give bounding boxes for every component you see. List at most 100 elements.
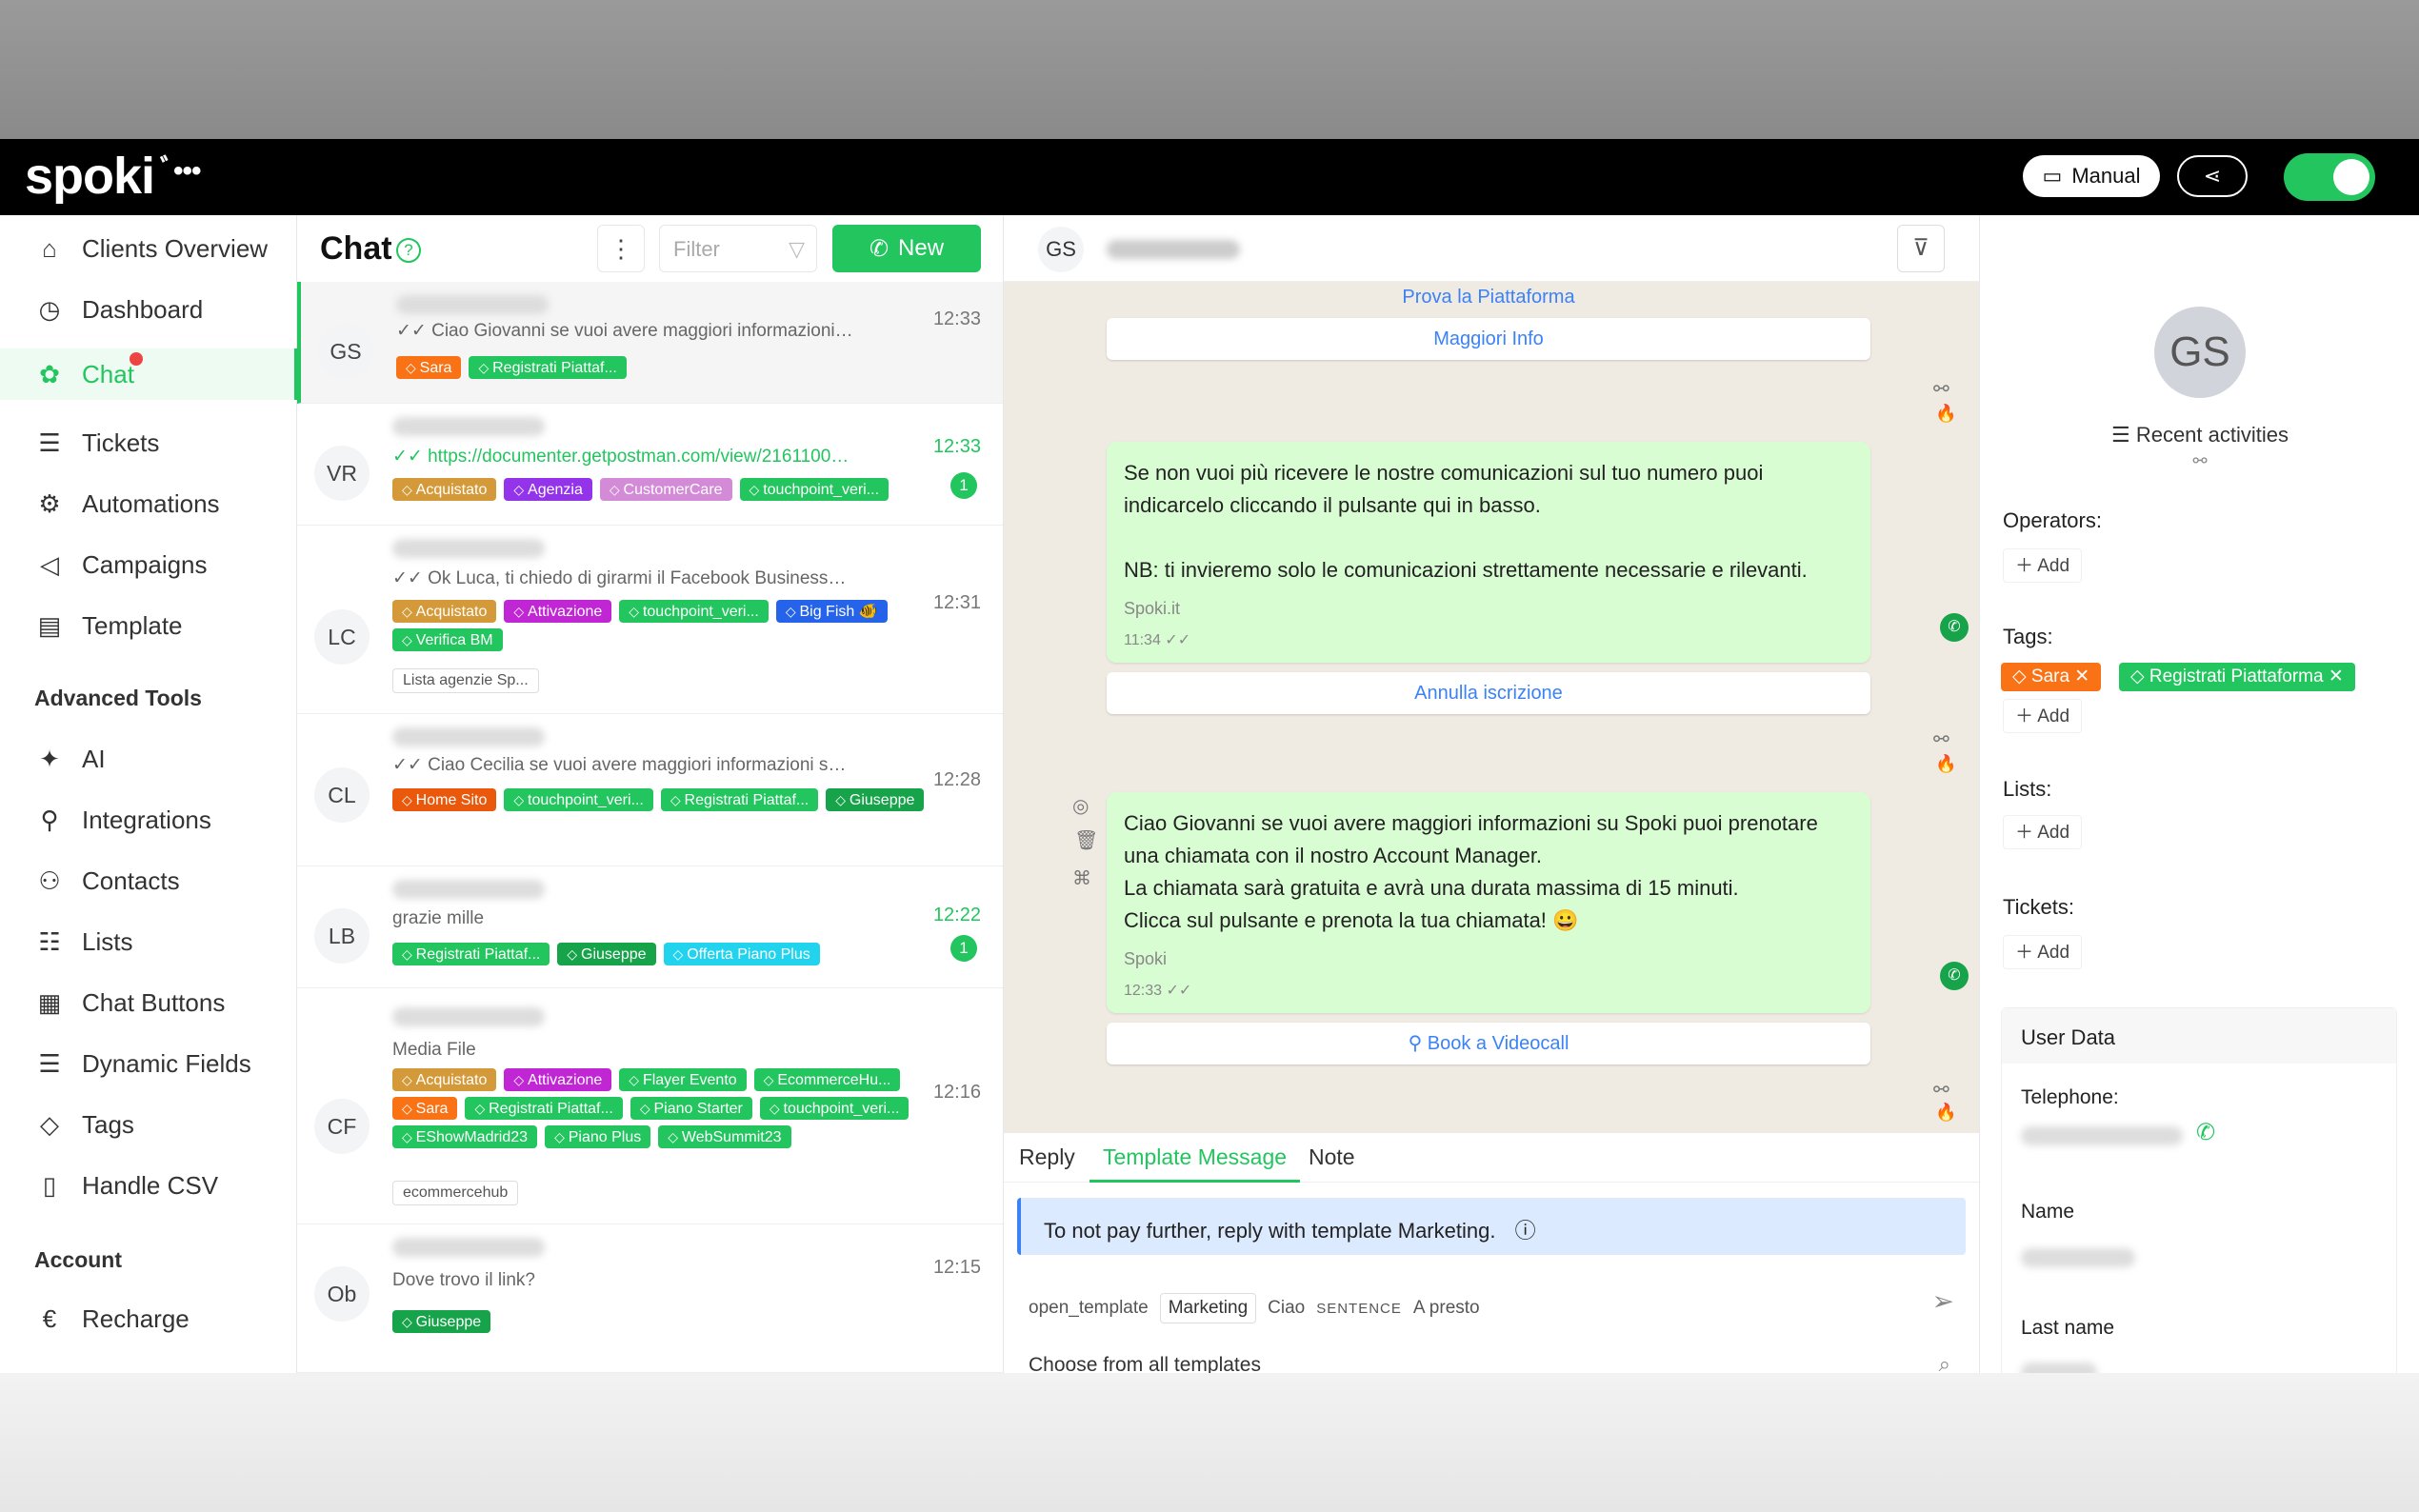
tag-chip[interactable]: EShowMadrid23: [392, 1125, 538, 1148]
recent-activities-link[interactable]: ☰ Recent activities ⚯: [1980, 423, 2419, 471]
sidebar-item-label: Tickets: [82, 428, 160, 457]
list-chip[interactable]: Lista agenzie Sp...: [392, 668, 539, 693]
filter-input[interactable]: Filter ▽: [659, 225, 817, 272]
tag-chip[interactable]: Sara: [396, 356, 462, 379]
spoki-logo[interactable]: spoki ﾞ•••: [25, 147, 202, 206]
tag-chip[interactable]: touchpoint_veri...: [504, 788, 653, 811]
chat-row[interactable]: LB grazie mille 12:22 1 Registrati Piattaf..…: [297, 866, 1003, 988]
sidebar-item-dashboard[interactable]: ◷ Dashboard: [0, 284, 297, 335]
filter-messages-button[interactable]: ⊽: [1897, 225, 1945, 272]
chat-row[interactable]: LC ✓✓ Ok Luca, ti chiedo di girarmi il Fa…: [297, 526, 1003, 714]
add-operator-button[interactable]: ＋ Add: [2003, 548, 2083, 583]
contact-avatar[interactable]: GS: [1038, 227, 1084, 272]
tag-chip[interactable]: Giuseppe: [392, 1310, 491, 1333]
tag-chip[interactable]: Giuseppe: [557, 943, 656, 965]
sidebar-item-label: Chat Buttons: [82, 987, 226, 1017]
chat-row[interactable]: Ob Dove trovo il link? 12:15 Giuseppe: [297, 1224, 1003, 1373]
tab-reply[interactable]: Reply: [1019, 1144, 1075, 1170]
tag-chip[interactable]: Big Fish 🐠: [775, 600, 888, 623]
sidebar-item-integrations[interactable]: ⚲ Integrations: [0, 794, 297, 846]
manual-button[interactable]: ▭ Manual: [2023, 155, 2160, 197]
chat-row[interactable]: VR ✓✓ https://documenter.getpostman.com/v…: [297, 404, 1003, 526]
sidebar-item-lists[interactable]: ☷ Lists: [0, 916, 297, 967]
sidebar-item-handle-csv[interactable]: ▯ Handle CSV: [0, 1160, 297, 1211]
sidebar-item-ai[interactable]: ✦ AI: [0, 733, 297, 785]
tag-chip[interactable]: Flayer Evento: [619, 1068, 747, 1091]
tag-chip[interactable]: Verifica BM: [392, 628, 503, 651]
book-videocall-button[interactable]: ⚲ Book a Videocall: [1107, 1023, 1870, 1064]
tag-chip[interactable]: Registrati Piattaf...: [465, 1097, 623, 1120]
contact-name-blurred: [392, 539, 545, 558]
sidebar-item-contacts[interactable]: ⚇ Contacts: [0, 855, 297, 906]
sidebar-item-automations[interactable]: ⚙ Automations: [0, 478, 297, 529]
add-ticket-button[interactable]: ＋ Add: [2003, 935, 2083, 969]
tag-chip[interactable]: touchpoint_veri...: [759, 1097, 910, 1120]
help-icon[interactable]: ?: [396, 238, 421, 263]
tag-chip[interactable]: Giuseppe: [826, 788, 925, 811]
selected-template[interactable]: open_template Marketing Ciao SENTENCE A …: [1029, 1289, 1962, 1327]
tag-sara[interactable]: ◇ Sara ✕: [2001, 663, 2102, 691]
sidebar-item-tags[interactable]: ◇ Tags: [0, 1099, 297, 1150]
add-list-button[interactable]: ＋ Add: [2003, 815, 2083, 849]
unread-count-badge: 1: [950, 935, 977, 962]
translate-icon[interactable]: ⌘: [1072, 866, 1091, 890]
sidebar-item-label: Handle CSV: [82, 1170, 219, 1200]
link-icon[interactable]: ⚯: [1933, 377, 1949, 401]
more-options-button[interactable]: ⋮: [597, 225, 645, 272]
share-button[interactable]: ⋖: [2177, 155, 2248, 197]
online-toggle[interactable]: [2284, 153, 2375, 201]
tag-chip[interactable]: EcommerceHu...: [753, 1068, 901, 1091]
list-chip[interactable]: ecommercehub: [392, 1181, 519, 1205]
sidebar-item-chat[interactable]: ✿ Chat: [0, 348, 297, 400]
tag-chip[interactable]: Agenzia: [504, 478, 592, 501]
sidebar-item-clients-overview[interactable]: ⌂ Clients Overview: [0, 223, 297, 274]
tag-chip[interactable]: touchpoint_veri...: [739, 478, 890, 501]
tag-registrati-piattaforma[interactable]: ◇ Registrati Piattaforma ✕: [2119, 663, 2355, 691]
chat-row[interactable]: CL ✓✓ Ciao Cecilia se vuoi avere maggiori…: [297, 714, 1003, 866]
add-tag-button[interactable]: ＋ Add: [2003, 699, 2083, 733]
last-message-preview: Media File: [392, 1040, 476, 1060]
tag-chip[interactable]: CustomerCare: [599, 478, 732, 501]
tag-chip[interactable]: Piano Plus: [545, 1125, 651, 1148]
share-icon: ⋖: [2203, 164, 2222, 188]
tag-chip[interactable]: Piano Starter: [630, 1097, 752, 1120]
tag-chip[interactable]: Offerta Piano Plus: [663, 943, 820, 965]
tag-chip[interactable]: Attivazione: [504, 1068, 612, 1091]
contact-avatar-large: GS: [2154, 307, 2246, 398]
link-icon[interactable]: ⚯: [1933, 727, 1949, 751]
tag-chip[interactable]: Acquistato: [392, 478, 497, 501]
tag-chip[interactable]: Home Sito: [392, 788, 497, 811]
last-message-preview: ✓✓ Ciao Cecilia se vuoi avere maggiori i…: [392, 755, 850, 775]
tag-chip[interactable]: Registrati Piattaf...: [660, 788, 819, 811]
sidebar: ⌂ Clients Overview ◷ Dashboard ✿ Chat ☰ Tickets…: [0, 215, 297, 1373]
sidebar-item-tickets[interactable]: ☰ Tickets: [0, 417, 297, 468]
sidebar-item-template[interactable]: ▤ Template: [0, 600, 297, 651]
sidebar-item-campaigns[interactable]: ◁ Campaigns: [0, 539, 297, 590]
sidebar-item-chat-buttons[interactable]: ▦ Chat Buttons: [0, 977, 297, 1028]
annulla-iscrizione-button[interactable]: Annulla iscrizione: [1107, 672, 1870, 714]
tag-chip[interactable]: touchpoint_veri...: [619, 600, 769, 623]
name-value-blurred[interactable]: [2021, 1248, 2135, 1267]
chat-row[interactable]: CF Media File 12:16 Acquistato Attivazione Fl…: [297, 988, 1003, 1224]
phone-icon[interactable]: ✆: [2196, 1119, 2215, 1146]
tag-chip[interactable]: Attivazione: [504, 600, 612, 623]
tag-chip[interactable]: Acquistato: [392, 600, 497, 623]
tag-chip[interactable]: Registrati Piattaf...: [392, 943, 550, 965]
prova-piattaforma-button[interactable]: Prova la Piattaforma: [1107, 282, 1870, 318]
send-icon[interactable]: ➢: [1932, 1285, 1954, 1317]
contact-avatar: VR: [314, 446, 370, 501]
tab-note[interactable]: Note: [1309, 1144, 1355, 1170]
sidebar-item-dynamic-fields[interactable]: ☰ Dynamic Fields: [0, 1038, 297, 1089]
chat-row[interactable]: GS ✓✓ Ciao Giovanni se vuoi avere maggior…: [297, 282, 1003, 404]
sidebar-item-recharge[interactable]: € Recharge: [0, 1293, 297, 1344]
tag-chip[interactable]: Registrati Piattaf...: [469, 356, 627, 379]
maggiori-info-button[interactable]: Maggiori Info: [1107, 318, 1870, 360]
link-icon[interactable]: ⚯: [1933, 1078, 1949, 1102]
tag-chip[interactable]: Sara: [392, 1097, 458, 1120]
tab-template-message[interactable]: Template Message: [1090, 1144, 1301, 1183]
hide-icon[interactable]: ◎: [1072, 794, 1089, 818]
tag-chip[interactable]: Acquistato: [392, 1068, 497, 1091]
new-chat-button[interactable]: ✆ New: [832, 225, 981, 272]
tag-chip[interactable]: WebSummit23: [658, 1125, 791, 1148]
trash-icon[interactable]: 🗑: [1074, 828, 1098, 852]
